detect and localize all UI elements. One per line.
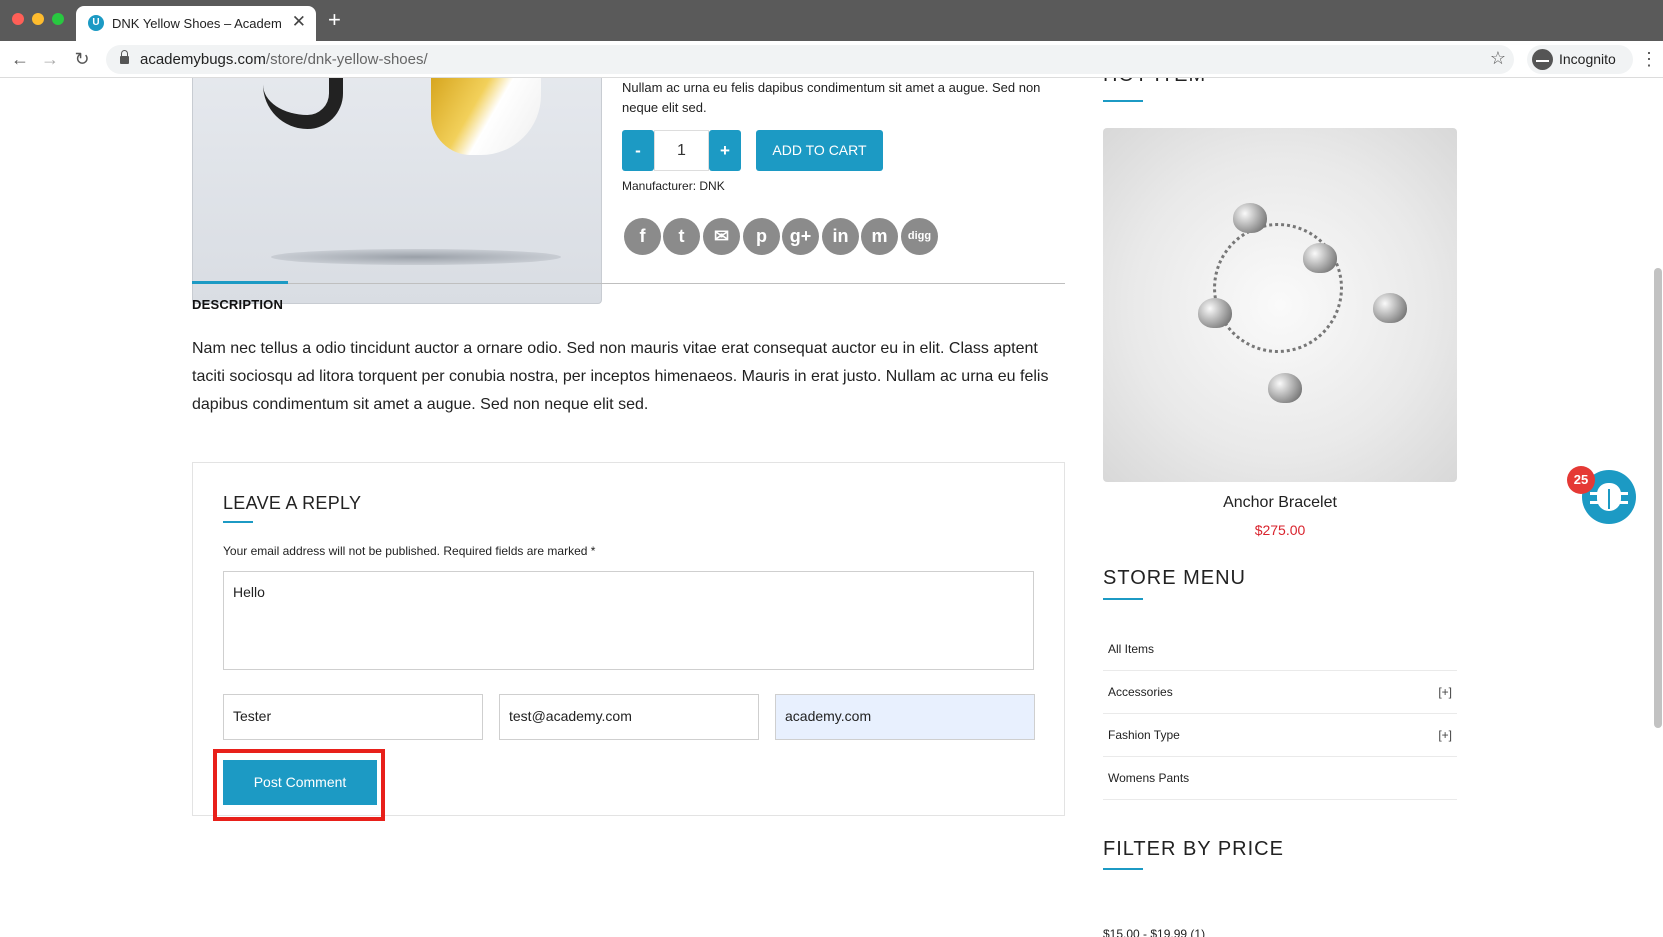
star-icon[interactable]: ☆ [1490, 48, 1506, 69]
url-text: academybugs.com/store/dnk-yellow-shoes/ [140, 51, 428, 68]
digg-icon[interactable]: digg [901, 218, 938, 255]
tabs-divider [192, 283, 1065, 284]
quantity-decrease-button[interactable]: - [622, 130, 654, 171]
bracelet-charm [1198, 298, 1232, 328]
address-bar[interactable]: academybugs.com/store/dnk-yellow-shoes/ … [106, 45, 1514, 74]
email-icon[interactable]: ✉ [703, 218, 740, 255]
add-to-cart-button[interactable]: ADD TO CART [756, 130, 883, 171]
new-tab-button[interactable]: + [328, 9, 341, 31]
active-tab-indicator [192, 281, 288, 284]
myspace-icon[interactable]: m [861, 218, 898, 255]
store-menu-item[interactable]: Womens Pants [1103, 757, 1457, 800]
bracelet-charm [1303, 243, 1337, 273]
store-menu-item-label: All Items [1108, 642, 1155, 656]
hot-item-image[interactable] [1103, 128, 1457, 482]
close-window-icon[interactable] [12, 13, 24, 25]
store-menu-heading: STORE MENU [1103, 567, 1246, 589]
google-plus-icon[interactable]: g+ [782, 218, 819, 255]
email-field[interactable]: test@academy.com [499, 694, 759, 740]
store-menu-item-label: Fashion Type [1108, 728, 1180, 742]
quantity-increase-button[interactable]: + [709, 130, 741, 171]
store-menu-item[interactable]: Accessories [+] [1103, 671, 1457, 714]
expand-toggle[interactable]: [+] [1438, 728, 1452, 742]
tab-close-icon[interactable]: ✕ [292, 12, 306, 32]
hot-item-price: $275.00 [1254, 522, 1306, 538]
bug-count-badge: 25 [1567, 466, 1595, 494]
hot-item-accent [1103, 100, 1143, 102]
description-text: Nam nec tellus a odio tincidunt auctor a… [192, 340, 1049, 413]
expand-toggle[interactable]: [+] [1438, 685, 1452, 699]
filter-price-accent [1103, 868, 1143, 870]
bug-icon [1597, 483, 1621, 511]
page-content: Nullam ac urna eu felis dapibus condimen… [0, 78, 1663, 937]
manufacturer-link[interactable]: DNK [699, 179, 724, 193]
bracelet-chain [1187, 197, 1369, 379]
browser-tab[interactable]: U DNK Yellow Shoes – AcademyBugs ✕ [76, 6, 316, 41]
page-scrollbar[interactable] [1654, 268, 1662, 728]
price-range-link[interactable]: $15.00 - $19.99 (1) [1103, 927, 1205, 937]
browser-toolbar: ← → ↻ academybugs.com/store/dnk-yellow-s… [0, 41, 1663, 78]
leave-reply-form: LEAVE A REPLY Your email address will no… [192, 462, 1065, 821]
hot-item-heading: HOT ITEM [1103, 78, 1206, 87]
bracelet-charm [1233, 203, 1267, 233]
manufacturer: Manufacturer: DNK [622, 179, 725, 193]
product-image[interactable] [192, 78, 602, 304]
forward-arrow-icon[interactable]: → [38, 47, 62, 71]
tab-description[interactable]: DESCRIPTION [192, 297, 283, 312]
browser-tab-strip: U DNK Yellow Shoes – AcademyBugs ✕ + [0, 0, 1663, 41]
incognito-icon [1532, 49, 1553, 70]
quantity-input[interactable]: 1 [654, 130, 709, 171]
lock-icon[interactable] [120, 50, 129, 64]
reply-title-accent [223, 521, 253, 523]
website-field[interactable]: academy.com [775, 694, 1035, 740]
linkedin-icon[interactable]: in [822, 218, 859, 255]
reply-note: Your email address will not be published… [223, 544, 596, 558]
menu-dots-icon[interactable]: ⋮ [1640, 49, 1658, 69]
site-favicon-icon: U [88, 15, 104, 31]
back-arrow-icon[interactable]: ← [8, 47, 32, 71]
reply-title: LEAVE A REPLY [223, 493, 362, 513]
shoe-left-shape [263, 78, 343, 129]
hot-item-name[interactable]: Anchor Bracelet [1103, 494, 1457, 512]
incognito-profile-button[interactable]: Incognito [1527, 45, 1633, 74]
tab-title: DNK Yellow Shoes – AcademyBugs [112, 16, 282, 31]
minimize-window-icon[interactable] [32, 13, 44, 25]
incognito-label: Incognito [1559, 51, 1616, 67]
product-short-description: Nullam ac urna eu felis dapibus condimen… [622, 80, 1041, 115]
name-field[interactable]: Tester [223, 694, 483, 740]
shoe-shadow [271, 249, 561, 265]
comment-textarea[interactable]: Hello [223, 571, 1034, 670]
store-menu-item-label: Womens Pants [1108, 771, 1190, 785]
facebook-icon[interactable]: f [624, 218, 661, 255]
reload-icon[interactable]: ↻ [70, 47, 94, 71]
bracelet-charm [1268, 373, 1302, 403]
shoe-right-shape [431, 78, 541, 155]
twitter-icon[interactable]: t [663, 218, 700, 255]
pinterest-icon[interactable]: p [743, 218, 780, 255]
bracelet-charm [1373, 293, 1407, 323]
filter-price-heading: FILTER BY PRICE [1103, 838, 1284, 860]
post-comment-button[interactable]: Post Comment [223, 760, 377, 805]
store-menu-item[interactable]: All Items [1103, 628, 1457, 671]
store-menu-item-label: Accessories [1108, 685, 1173, 699]
store-menu-accent [1103, 598, 1143, 600]
store-menu-item[interactable]: Fashion Type [+] [1103, 714, 1457, 757]
maximize-window-icon[interactable] [52, 13, 64, 25]
